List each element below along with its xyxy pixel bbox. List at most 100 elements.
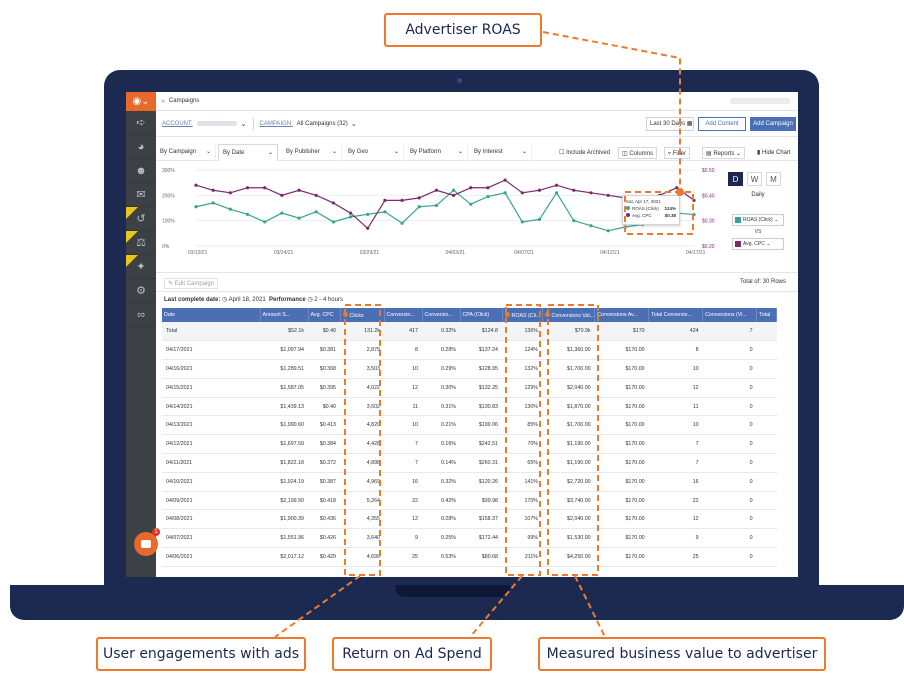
megaphone-icon[interactable]: ➪: [126, 111, 156, 135]
app-logo-icon[interactable]: ◉⌄: [126, 92, 156, 111]
column-header[interactable]: Avg. CPC: [308, 308, 341, 322]
dashboard-icon[interactable]: ◕: [126, 135, 156, 159]
history-icon[interactable]: ↺: [126, 207, 156, 231]
column-header[interactable]: Clicks: [340, 308, 385, 322]
table-row[interactable]: 04/17/2021 $1,097.94 $0.381 2,879 8 0.28% $137…: [162, 340, 777, 361]
tab-by-geo[interactable]: By Geo ⌄: [344, 144, 404, 161]
table-cell: $2,040.00: [542, 378, 595, 398]
table-cell: 9: [384, 528, 422, 549]
column-header[interactable]: Total Conversio...: [648, 308, 704, 322]
table-row[interactable]: 04/12/2021 $1,697.59 $0.384 4,428 7 0.16% $242…: [162, 434, 777, 455]
table-cell: 65%: [502, 453, 542, 473]
breadcrumb[interactable]: Campaigns: [169, 98, 199, 104]
cpc-dot-icon: [626, 213, 630, 217]
table-cell: 417: [384, 322, 422, 342]
column-header-label: Conversio...: [424, 312, 453, 318]
table-total-row[interactable]: Total $52.1k $0.40 131.2k 417 0.32% $124.8 136%…: [162, 322, 777, 342]
integrations-icon[interactable]: ∞: [126, 303, 156, 327]
data-point-avg-cpc: [589, 191, 593, 195]
period-day-button[interactable]: D: [728, 172, 743, 186]
divider: [252, 117, 254, 130]
column-header[interactable]: Conversions Val...: [542, 308, 596, 322]
column-header[interactable]: Total: [756, 308, 778, 322]
table-cell: 04/17/2021: [162, 340, 260, 361]
table-cell: 25: [648, 547, 703, 567]
table-row[interactable]: 04/16/2021 $1,289.51 $0.368 3,503 10 0.29% $12…: [162, 359, 777, 379]
tab-by-interest[interactable]: By Interest ⌄: [470, 144, 532, 161]
chevron-down-icon[interactable]: ⌄: [351, 120, 357, 128]
reports-button[interactable]: ▤ Reports ⌄: [702, 147, 746, 159]
chevron-down-icon[interactable]: ⌄: [241, 120, 247, 128]
table-toolbar: ✎ Edit Campaign Total of: 30 Rows: [156, 272, 798, 292]
table-row[interactable]: 04/07/2021 $1,551.96 $0.426 3,640 9 0.25% $172…: [162, 528, 777, 549]
data-point-avg-cpc: [263, 186, 267, 190]
account-selector[interactable]: [196, 121, 237, 126]
filter-button[interactable]: ▿ Filter: [664, 147, 691, 159]
table-cell: 2,879: [340, 340, 384, 361]
tab-by-date[interactable]: By Date ⌄: [218, 144, 278, 161]
column-header[interactable]: Conversions Av...: [594, 308, 650, 322]
data-point-avg-cpc: [366, 226, 370, 230]
table-cell: 7: [648, 434, 703, 455]
hide-chart-button[interactable]: ▮ Hide Chart: [754, 147, 794, 159]
flask-icon[interactable]: ⚖: [126, 231, 156, 255]
column-header[interactable]: ROAS (Cli...: [502, 308, 543, 322]
tooltip-cpc-value: $0.38: [664, 213, 676, 218]
tab-label: By Campaign: [160, 149, 197, 155]
table-cell: $170.00: [594, 415, 649, 436]
table-cell: 3,640: [340, 528, 384, 549]
table-cell: $0.381: [308, 340, 340, 361]
table-cell: 0: [702, 397, 757, 417]
table-cell: 424: [648, 322, 703, 342]
column-header[interactable]: Conversio...: [384, 308, 423, 322]
column-header[interactable]: CPA (Click): [460, 308, 503, 322]
settings-icon[interactable]: ⚙: [126, 279, 156, 303]
period-week-button[interactable]: W: [747, 172, 762, 186]
metric-a-select[interactable]: ROAS (Click) ⌄: [732, 214, 784, 226]
expand-icon[interactable]: »: [161, 98, 165, 105]
table-row[interactable]: 04/11/2021 $1,822.18 $0.372 4,898 7 0.14% $260…: [162, 453, 777, 473]
table-cell: $0.372: [308, 453, 340, 473]
tooltip-roas-label: ROAS (Click): [632, 206, 659, 211]
column-header[interactable]: Conversions (Vi...: [702, 308, 758, 322]
table-cell: 16: [648, 472, 703, 492]
metric-b-select[interactable]: Avg. CPC ⌄: [732, 238, 784, 250]
add-content-button[interactable]: Add Content: [698, 117, 746, 131]
tab-by-publisher[interactable]: By Publisher ⌄: [282, 144, 342, 161]
columns-button[interactable]: ◫ Columns: [618, 147, 658, 159]
column-header[interactable]: Amount S...: [260, 308, 309, 322]
period-month-button[interactable]: M: [766, 172, 781, 186]
add-campaign-button[interactable]: Add Campaign: [750, 117, 796, 131]
table-row[interactable]: 04/09/2021 $2,199.50 $0.418 5,264 22 0.42% $99…: [162, 491, 777, 511]
y-left-tick-label: 200%: [162, 193, 175, 199]
table-cell: 0.21%: [422, 415, 460, 436]
tab-by-platform[interactable]: By Platform ⌄: [406, 144, 468, 161]
edit-campaign-button[interactable]: ✎ Edit Campaign: [164, 278, 219, 289]
column-header-label: CPA (Click): [462, 312, 490, 318]
table-row[interactable]: 04/14/2021 $1,439.13 $0.40 3,602 11 0.31% $130…: [162, 397, 777, 417]
table-cell: 10: [648, 359, 703, 379]
user-account[interactable]: [730, 98, 790, 104]
metric-a-swatch: [735, 217, 741, 223]
table-cell: 4,022: [340, 378, 384, 398]
column-header[interactable]: Date: [162, 308, 261, 322]
table-row[interactable]: 04/13/2021 $1,990.60 $0.413 4,820 10 0.21% $19…: [162, 415, 777, 436]
campaign-selector[interactable]: All Campaigns (32): [297, 121, 348, 127]
column-header[interactable]: Conversio...: [422, 308, 461, 322]
table-row[interactable]: 04/15/2021 $1,587.05 $0.395 4,022 12 0.30% $13…: [162, 378, 777, 398]
table-cell: 7: [384, 453, 422, 473]
tab-by-campaign[interactable]: By Campaign ⌄: [156, 144, 216, 161]
table-cell: 3,503: [340, 359, 384, 379]
date-range-button[interactable]: Last 30 Days ▦: [646, 117, 694, 131]
table-cell: 04/12/2021: [162, 434, 260, 455]
include-archived-checkbox[interactable]: ☐ Include Archived: [556, 147, 614, 159]
mail-icon[interactable]: ✉: [126, 183, 156, 207]
table-row[interactable]: 04/06/2021 $2,017.12 $0.429 4,699 25 0.53% $80…: [162, 547, 777, 567]
table-cell: 129%: [502, 378, 542, 398]
magic-wand-icon[interactable]: ✦: [126, 255, 156, 279]
table-row[interactable]: 04/08/2021 $1,900.39 $0.436 4,355 12 0.28% $15…: [162, 509, 777, 530]
x-tick-label: 04/12/21: [600, 250, 620, 256]
data-point-avg-cpc: [537, 188, 542, 192]
audience-icon[interactable]: ☻: [126, 159, 156, 183]
table-row[interactable]: 04/10/2021 $1,924.19 $0.387 4,969 16 0.32% $12…: [162, 472, 777, 492]
